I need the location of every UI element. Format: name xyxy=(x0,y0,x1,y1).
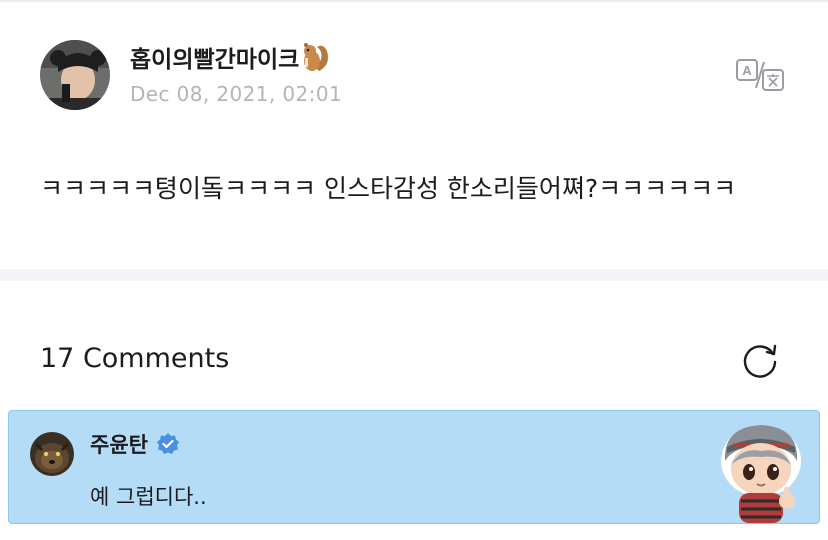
comments-count: 17 Comments xyxy=(40,343,230,374)
comments-header: 17 Comments xyxy=(0,281,828,406)
bottom-spacer xyxy=(0,524,828,540)
author-avatar[interactable] xyxy=(40,40,110,110)
post-detail-screen: 홉이의빨간마이크 Dec 08, 2021, 02:01 A ㅋㅋㅋㅋㅋ텽이돜ㅋ… xyxy=(0,0,828,540)
author-name[interactable]: 홉이의빨간마이크 xyxy=(130,40,331,74)
section-divider xyxy=(0,269,828,281)
comment-text: 예 그럽디다.. xyxy=(90,485,207,509)
svg-text:A: A xyxy=(742,63,752,78)
commenter-name[interactable]: 주윤탄 xyxy=(90,429,180,459)
author-name-text: 홉이의빨간마이크 xyxy=(130,47,300,73)
post-card: 홉이의빨간마이크 Dec 08, 2021, 02:01 A ㅋㅋㅋㅋㅋ텽이돜ㅋ… xyxy=(0,2,828,269)
highlighted-comment[interactable]: 주윤탄 예 그럽디다.. xyxy=(8,410,820,524)
refresh-icon[interactable] xyxy=(740,340,780,380)
verified-badge-icon xyxy=(156,432,180,456)
commenter-name-text: 주윤탄 xyxy=(90,433,148,457)
post-body-text: ㅋㅋㅋㅋㅋ텽이돜ㅋㅋㅋㅋ 인스타감성 한소리들어쪄?ㅋㅋㅋㅋㅋㅋ xyxy=(40,174,737,203)
post-timestamp: Dec 08, 2021, 02:01 xyxy=(130,82,343,106)
commenter-avatar-image xyxy=(30,432,74,476)
chipmunk-icon xyxy=(301,41,331,73)
character-sticker-icon xyxy=(711,417,811,525)
translate-icon[interactable]: A xyxy=(735,58,785,92)
author-avatar-image xyxy=(40,40,110,110)
commenter-avatar[interactable] xyxy=(30,432,74,476)
